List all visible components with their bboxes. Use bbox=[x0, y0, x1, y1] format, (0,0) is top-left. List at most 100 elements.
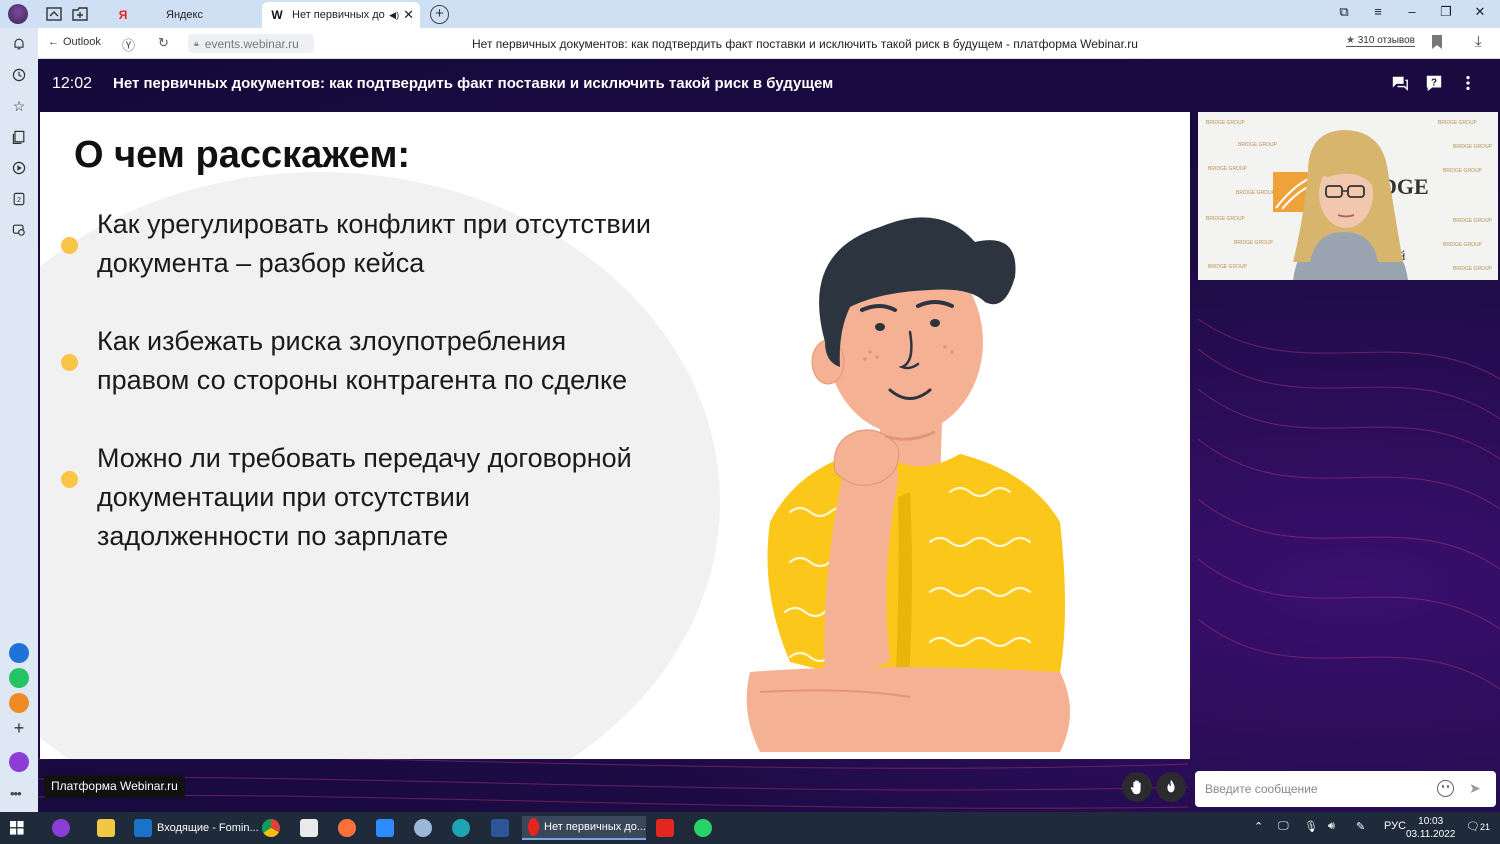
whatsapp-icon[interactable] bbox=[9, 668, 29, 688]
minimize-icon[interactable]: – bbox=[1402, 4, 1422, 19]
wall-logo-text: BRIDGE GROUP bbox=[1453, 144, 1493, 150]
chrome-icon[interactable] bbox=[262, 816, 285, 840]
counter-icon[interactable]: 2 bbox=[9, 189, 29, 209]
maximize-icon[interactable]: ❐ bbox=[1436, 4, 1456, 20]
taskbar-app-outlook[interactable]: Входящие - Fomin... bbox=[134, 816, 259, 840]
bullet-dot bbox=[61, 471, 78, 488]
volume-icon[interactable]: 🔊︎ bbox=[1328, 820, 1335, 833]
webinar-time: 12:02 bbox=[52, 75, 93, 92]
taskbar-clock[interactable]: 10:03 03.11.2022 bbox=[1406, 815, 1455, 841]
send-icon[interactable]: ➤ bbox=[1469, 780, 1481, 797]
tab-yandex[interactable]: Я Яндекс bbox=[108, 2, 258, 28]
windows-icon bbox=[10, 821, 24, 835]
yandex-favicon-icon: Я bbox=[118, 8, 128, 22]
url-field[interactable]: 🔒︎ events.webinar.ru bbox=[188, 34, 314, 53]
wall-logo-text: BRIDGE GROUP bbox=[1453, 266, 1493, 272]
pen-icon[interactable]: ✎ bbox=[1356, 820, 1365, 833]
svg-text:?: ? bbox=[1431, 77, 1437, 88]
wall-logo-text: BRIDGE GROUP bbox=[1208, 264, 1248, 270]
mail-app-icon[interactable] bbox=[9, 693, 29, 713]
wall-logo-text: BRIDGE GROUP bbox=[1443, 242, 1483, 248]
outlook-icon bbox=[134, 819, 152, 837]
webinar-title: Нет первичных документов: как подтвердит… bbox=[113, 75, 834, 92]
tab-webinar[interactable]: W Нет первичных документов ◀) ✕ bbox=[262, 2, 420, 28]
arrow-left-icon: ← bbox=[48, 36, 59, 48]
slide-bullet-3: Можно ли требовать передачу договорной д… bbox=[61, 439, 737, 556]
wall-logo-text: BRIDGE GROUP bbox=[1206, 120, 1246, 126]
tab-label: Яндекс bbox=[166, 9, 203, 21]
slide-title: О чем расскажем: bbox=[74, 134, 411, 176]
tray-chevron-icon[interactable]: ⌃ bbox=[1254, 820, 1263, 833]
profile-avatar[interactable] bbox=[8, 4, 28, 24]
platform-brand-label[interactable]: Платформа Webinar.ru bbox=[44, 775, 185, 798]
home-tab-icon[interactable] bbox=[42, 3, 66, 25]
reaction-button[interactable] bbox=[1156, 772, 1186, 802]
speaker-icon[interactable]: ◀) bbox=[389, 10, 399, 21]
presentation-slide: О чем расскажем: Как урегулировать конфл… bbox=[40, 112, 1190, 759]
yandex-browser-icon bbox=[528, 818, 540, 836]
pin-window-icon[interactable]: ⧉ bbox=[1334, 4, 1354, 20]
bullet-line: правом со стороны контрагента по сделке bbox=[97, 365, 628, 395]
document-icon[interactable] bbox=[300, 816, 323, 840]
firefox-icon[interactable] bbox=[338, 816, 361, 840]
edge-icon[interactable] bbox=[452, 816, 475, 840]
chat-icon[interactable] bbox=[1390, 73, 1410, 93]
zoom-icon[interactable] bbox=[376, 816, 399, 840]
bullet-dot bbox=[61, 354, 78, 371]
reload-icon[interactable]: ↻ bbox=[158, 35, 169, 51]
menu-icon[interactable]: ≡ bbox=[1368, 4, 1388, 19]
kebab-menu-icon[interactable] bbox=[1458, 73, 1478, 93]
yandex-icon[interactable]: Ⓨ bbox=[122, 35, 135, 54]
whatsapp-taskbar-icon[interactable] bbox=[694, 816, 717, 840]
webinar-stage: 12:02 Нет первичных документов: как подт… bbox=[38, 59, 1500, 812]
alice-taskbar-icon[interactable] bbox=[52, 816, 75, 840]
close-tab-icon[interactable]: ✕ bbox=[403, 7, 414, 23]
clock-date: 03.11.2022 bbox=[1406, 829, 1456, 840]
close-window-icon[interactable]: ✕ bbox=[1470, 4, 1490, 20]
messenger-app-icon[interactable] bbox=[9, 643, 29, 663]
wall-logo-text: BRIDGE GROUP bbox=[1206, 216, 1246, 222]
paint-icon[interactable] bbox=[414, 816, 437, 840]
thinking-man-illustration bbox=[746, 217, 1070, 752]
emoji-icon[interactable] bbox=[1437, 780, 1454, 797]
collections-icon[interactable] bbox=[9, 127, 29, 147]
play-icon[interactable] bbox=[9, 158, 29, 178]
raise-hand-button[interactable] bbox=[1122, 772, 1152, 802]
star-bookmarks-icon[interactable]: ☆ bbox=[9, 96, 29, 116]
network-icon[interactable]: 🖵︎ bbox=[1278, 820, 1289, 833]
reviews-link[interactable]: ★ 310 отзывов bbox=[1346, 35, 1415, 47]
page-title: Нет первичных документов: как подтвердит… bbox=[472, 37, 1138, 51]
wall-logo-text: BRIDGE GROUP bbox=[1443, 168, 1483, 174]
clock-time: 10:03 bbox=[1418, 816, 1444, 827]
taskbar-app-yandex-browser[interactable]: Нет первичных до... bbox=[522, 816, 646, 840]
yandex-icon[interactable] bbox=[656, 816, 679, 840]
bell-icon[interactable] bbox=[9, 34, 29, 54]
add-app-icon[interactable]: + bbox=[9, 718, 29, 738]
start-button[interactable] bbox=[10, 816, 24, 840]
wall-logo-text: BRIDGE GROUP bbox=[1234, 240, 1274, 246]
tab-label: Нет первичных документов bbox=[292, 9, 385, 21]
language-indicator[interactable]: РУС bbox=[1384, 820, 1406, 832]
bullet-line: Как избежать риска злоупотребления bbox=[97, 326, 567, 356]
address-bar: ← Outlook Ⓨ ↻ 🔒︎ events.webinar.ru Нет п… bbox=[38, 28, 1500, 59]
lock-icon: 🔒︎ bbox=[194, 38, 199, 48]
help-icon[interactable]: ? bbox=[1424, 73, 1444, 93]
file-explorer-icon[interactable] bbox=[97, 816, 120, 840]
microphone-icon[interactable]: 🎙︎ bbox=[1304, 820, 1318, 833]
back-button[interactable]: ← Outlook bbox=[48, 36, 101, 48]
alice-icon[interactable] bbox=[9, 752, 29, 772]
download-icon[interactable]: ⤓ bbox=[1475, 33, 1482, 50]
new-tab-button[interactable]: + bbox=[430, 5, 449, 24]
notifications-button[interactable]: 🗨︎21 bbox=[1466, 820, 1490, 833]
bookmark-icon[interactable] bbox=[1432, 35, 1442, 49]
windows-taskbar: Входящие - Fomin... Нет первичных до... … bbox=[0, 812, 1500, 844]
screenshot-icon[interactable] bbox=[9, 220, 29, 240]
star-icon: ★ bbox=[1346, 35, 1355, 46]
chat-input[interactable]: Введите сообщение ➤ bbox=[1195, 771, 1496, 807]
taskbar-app-label: Нет первичных до... bbox=[544, 821, 646, 833]
new-folder-tab-icon[interactable] bbox=[68, 3, 92, 25]
url-text: events.webinar.ru bbox=[204, 36, 299, 51]
history-icon[interactable] bbox=[9, 65, 29, 85]
more-icon[interactable]: ••• bbox=[10, 786, 22, 801]
word-icon[interactable] bbox=[491, 816, 514, 840]
